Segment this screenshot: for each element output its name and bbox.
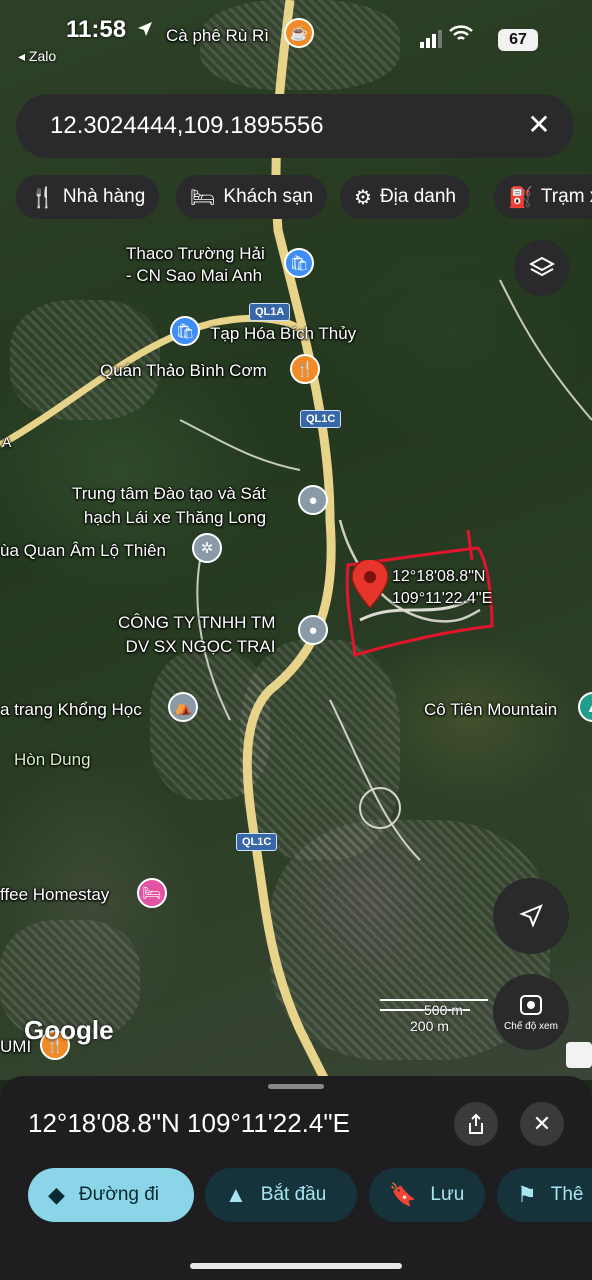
chip-gas-stations[interactable]: ⛽ Trạm x [494, 175, 592, 219]
gas-station-icon: ⛽ [508, 186, 533, 209]
place-bottom-sheet[interactable]: 12°18'08.8"N 109°11'22.4"E ✕ ◆ Đường đi … [0, 1076, 592, 1280]
action-label: Lưu [430, 1184, 465, 1205]
action-label: Bắt đầu [260, 1184, 327, 1205]
cell-signal-icon [420, 30, 442, 48]
poi-label[interactable]: a trang Khổng Học [0, 699, 142, 720]
landmark-icon[interactable]: ⛺ [168, 692, 198, 722]
clock: 11:58 [66, 16, 127, 43]
restaurant-icon: 🍴 [30, 186, 55, 209]
poi-label[interactable]: ffee Homestay [0, 884, 109, 905]
poi-label[interactable]: Quán Thảo Bình Cơm [100, 360, 267, 381]
share-icon [469, 1113, 483, 1134]
scale-top: 500 m [424, 1002, 463, 1018]
hotel-icon[interactable]: 🛏 [137, 878, 167, 908]
road-label: A [2, 434, 12, 450]
search-bar[interactable]: 12.3024444,109.1895556 ✕ [16, 94, 574, 158]
directions-icon: ◆ [48, 1182, 65, 1207]
view-mode-label: Chế độ xem [504, 1020, 558, 1032]
poi-label[interactable]: Trung tâm Đào tạo và Sát hạch Lái xe Thă… [72, 482, 266, 530]
chip-hotels[interactable]: 🛏 Khách sạn [176, 175, 328, 219]
poi-label[interactable]: ùa Quan Âm Lộ Thiên [0, 540, 166, 561]
close-icon[interactable]: ✕ [522, 108, 556, 142]
flag-icon: ⚑ [517, 1182, 537, 1207]
place-pin-icon[interactable]: ● [298, 485, 328, 515]
start-button[interactable]: ▲ Bắt đầu [205, 1168, 357, 1222]
restaurant-icon[interactable]: 🍴 [290, 354, 320, 384]
share-button[interactable] [454, 1102, 498, 1146]
status-bar: 11:58 ◂ Zalo 67 [0, 0, 592, 70]
directions-button[interactable]: ◆ Đường đi [28, 1168, 194, 1222]
home-indicator [190, 1263, 402, 1269]
chip-restaurants[interactable]: 🍴 Nhà hàng [16, 175, 160, 219]
chip-label: Khách sạn [223, 186, 314, 207]
chip-landmarks[interactable]: ⚙ Địa danh [340, 175, 470, 219]
add-label-button[interactable]: ⚑ Thê [497, 1168, 592, 1222]
map-view[interactable]: 12°18'08.8"N 109°11'22.4"E ☕ Cà phê Rù R… [0, 0, 592, 1080]
poi-label[interactable]: Tạp Hóa Bích Thủy [210, 323, 356, 344]
action-label: Đường đi [78, 1184, 160, 1205]
chip-label: Địa danh [379, 186, 456, 207]
save-button[interactable]: 🔖 Lưu [369, 1168, 485, 1222]
chip-label: Trạm x [540, 186, 592, 207]
hotel-icon: 🛏 [190, 186, 216, 209]
poi-label[interactable]: CÔNG TY TNHH TM DV SX NGỌC TRAI [118, 611, 275, 659]
road-shield: QL1C [236, 833, 278, 851]
view-mode-button[interactable]: Chế độ xem [493, 974, 569, 1050]
area-label: Hòn Dung [14, 750, 91, 769]
shopping-bag-icon[interactable]: 🛍 [170, 316, 200, 346]
layers-icon [529, 256, 555, 277]
bookmark-icon: 🔖 [389, 1182, 417, 1207]
street-view-icon [520, 994, 542, 1015]
my-location-button[interactable] [493, 878, 569, 954]
poi-label[interactable]: Thaco Trường Hải - CN Sao Mai Anh [126, 243, 265, 287]
chip-label: Nhà hàng [62, 186, 146, 207]
map-thumbnail-button[interactable] [566, 1042, 592, 1068]
place-coordinates: 12°18'08.8"N 109°11'22.4"E [28, 1108, 350, 1138]
road-shield: QL1C [300, 410, 342, 428]
action-label: Thê [550, 1184, 584, 1205]
layers-button[interactable] [514, 240, 570, 296]
map-scale: 500 m 200 m [376, 1002, 463, 1034]
poi-label[interactable]: Cô Tiên Mountain [424, 699, 557, 720]
location-marker-icon[interactable] [350, 560, 390, 610]
back-to-app-link[interactable]: ◂ Zalo [18, 48, 56, 65]
scale-bottom: 200 m [410, 1018, 449, 1034]
temple-icon[interactable]: ✲ [192, 533, 222, 563]
pin-coordinates-label: 12°18'08.8"N 109°11'22.4"E [392, 568, 493, 607]
landmark-icon: ⚙ [354, 186, 372, 209]
battery-indicator: 67 [498, 29, 538, 51]
search-input[interactable]: 12.3024444,109.1895556 [50, 112, 324, 140]
shopping-bag-icon[interactable]: 🛍 [284, 248, 314, 278]
place-pin-icon[interactable]: ● [298, 615, 328, 645]
close-icon: ✕ [532, 1111, 552, 1136]
road-shield: QL1A [249, 303, 291, 321]
close-sheet-button[interactable]: ✕ [520, 1102, 564, 1146]
wifi-icon [448, 24, 474, 49]
google-logo: Google [24, 1015, 114, 1045]
location-arrow-icon [138, 22, 152, 36]
navigation-arrow-icon [519, 904, 543, 928]
navigate-icon: ▲ [225, 1182, 247, 1207]
drag-handle[interactable] [268, 1084, 324, 1089]
